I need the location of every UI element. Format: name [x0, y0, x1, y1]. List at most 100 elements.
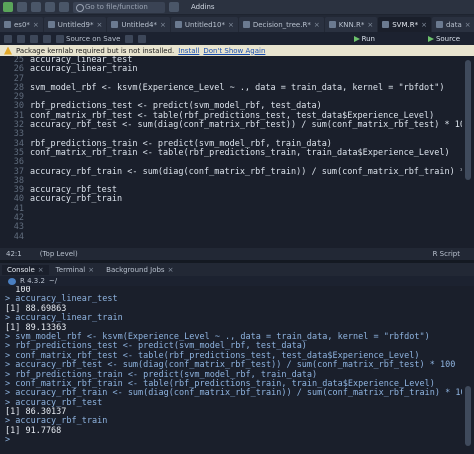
source-label: Source [435, 34, 460, 43]
code-line: 41 [0, 204, 462, 214]
tab-label: Decision_tree.R* [252, 20, 311, 29]
close-icon[interactable]: × [38, 266, 44, 274]
code-line: 40 accuracy_rbf_train [0, 195, 462, 205]
install-link[interactable]: Install [178, 47, 199, 55]
checkbox-icon [56, 34, 64, 43]
addins-menu[interactable]: Addins [191, 3, 215, 11]
r-file-icon [382, 21, 390, 28]
console-scrollbar[interactable] [462, 286, 474, 454]
editor-scrollbar[interactable] [462, 56, 474, 248]
source-on-save-checkbox[interactable]: Source on Save [56, 34, 121, 43]
r-file-icon [47, 21, 55, 28]
run-arrow-icon [353, 35, 360, 42]
working-directory[interactable]: ~/ [49, 277, 57, 285]
search-icon[interactable] [125, 34, 134, 43]
tab-file[interactable]: Decision_tree.R* × [238, 17, 324, 32]
console-path-bar: R 4.3.2 ~/ [0, 276, 474, 286]
file-type-selector[interactable]: R Script [433, 250, 460, 258]
tab-label: Console [7, 265, 35, 274]
close-icon[interactable]: × [88, 266, 94, 274]
run-button[interactable]: Run [351, 33, 378, 44]
tab-label: Untitled9* [57, 20, 94, 29]
line-number: 44 [13, 231, 24, 242]
back-icon[interactable] [4, 34, 12, 43]
code-line: 26 accuracy_linear_train [0, 64, 462, 75]
r-file-icon [242, 21, 250, 28]
console-line: > accuracy_rbf_test [5, 397, 103, 408]
tab-console-pane[interactable]: Console × [2, 264, 49, 275]
show-in-window-icon[interactable] [30, 34, 38, 43]
wand-icon[interactable] [138, 34, 147, 43]
package-warning-bar: Package kernlab required but is not inst… [0, 45, 474, 56]
warning-icon [4, 46, 12, 55]
tab-file[interactable]: es0* × [0, 17, 43, 32]
r-file-icon [111, 21, 119, 28]
open-project-icon[interactable] [17, 2, 27, 12]
code-line: 37 accuracy_rbf_train <- sum(diag(conf_ma… [0, 167, 462, 177]
console-scroll-thumb[interactable] [465, 386, 471, 446]
save-file-icon[interactable] [43, 34, 51, 43]
tab-file[interactable]: Untitled4* × [107, 17, 170, 32]
tab-file[interactable]: data × [431, 17, 474, 32]
console-tabs: Console × Terminal × Background Jobs × [0, 263, 474, 276]
save-icon[interactable] [31, 2, 41, 12]
close-icon[interactable]: × [421, 21, 427, 29]
code-editor[interactable]: 25 accuracy_linear_test 26 accuracy_linear_… [0, 56, 462, 248]
tab-label: es0* [14, 20, 30, 29]
close-icon[interactable]: × [160, 21, 166, 29]
close-icon[interactable]: × [168, 266, 174, 274]
tab-label: Background Jobs [106, 265, 165, 274]
code-text: conf_matrix_rbf_train <- table(rbf_predi… [30, 147, 450, 158]
editor-status-bar: 42:1 (Top Level) R Script [0, 248, 474, 260]
editor-tabs: es0* × Untitled9* × Untitled4* × Untitled10* × D… [0, 15, 474, 32]
code-line: 44 [0, 231, 462, 242]
console-line: > accuracy_linear_train [5, 313, 123, 324]
warning-message: Package kernlab required but is not inst… [16, 46, 175, 55]
close-icon[interactable]: × [465, 21, 471, 29]
r-file-icon [435, 21, 443, 28]
run-label: Run [361, 34, 375, 43]
console-line: > accuracy_rbf_train [5, 416, 108, 427]
cursor-position: 42:1 [6, 250, 22, 258]
console-output[interactable]: 100 > accuracy_linear_test [1] 88.69863 > a… [0, 286, 462, 454]
tab-label: data [445, 20, 462, 29]
tab-file[interactable]: KNN.R* × [324, 17, 378, 32]
code-line: 28 svm_model_rbf <- ksvm(Experience_Level… [0, 83, 462, 93]
code-text: accuracy_linear_train [30, 64, 138, 75]
close-icon[interactable]: × [367, 21, 373, 29]
new-file-icon[interactable] [3, 2, 13, 12]
scope-selector[interactable]: (Top Level) [40, 250, 78, 258]
r-logo-icon [8, 277, 16, 285]
tab-file[interactable]: Untitled10* × [170, 17, 238, 32]
editor-scroll-thumb[interactable] [465, 60, 471, 180]
source-arrow-icon [427, 35, 434, 42]
save-all-icon[interactable] [45, 2, 55, 12]
code-line: 42 [0, 213, 462, 223]
code-line: 43 [0, 223, 462, 233]
tab-file[interactable]: Untitled9* × [43, 17, 107, 32]
tab-console-pane[interactable]: Terminal × [51, 265, 99, 275]
close-icon[interactable]: × [228, 21, 234, 29]
code-line: 32 accuracy_rbf_test <- sum(diag(conf_mat… [0, 120, 462, 131]
r-file-icon [174, 21, 182, 28]
close-icon[interactable]: × [314, 21, 320, 29]
dont-show-again-link[interactable]: Don't Show Again [203, 47, 265, 55]
console-line: > accuracy_linear_test [5, 294, 118, 305]
r-file-icon [328, 21, 336, 28]
print-icon[interactable] [59, 2, 69, 12]
source-button[interactable]: Source [427, 33, 460, 44]
grid-icon[interactable] [169, 2, 179, 12]
code-line: 35 conf_matrix_rbf_train <- table(rbf_pre… [0, 147, 462, 158]
tab-file[interactable]: SVM.R* × [378, 17, 431, 32]
forward-icon[interactable] [17, 34, 25, 43]
tab-label: Terminal [55, 265, 86, 274]
tab-console-pane[interactable]: Background Jobs × [101, 265, 178, 275]
tab-label: Untitled10* [184, 20, 225, 29]
main-toolbar: Go to file/function Addins [0, 0, 474, 14]
close-icon[interactable]: × [33, 21, 39, 29]
code-text: accuracy_rbf_test <- sum(diag(conf_matri… [30, 120, 462, 131]
close-icon[interactable]: × [96, 21, 102, 29]
source-on-save-label: Source on Save [66, 34, 121, 43]
r-file-icon [4, 21, 11, 28]
goto-file-input[interactable]: Go to file/function [73, 1, 165, 13]
